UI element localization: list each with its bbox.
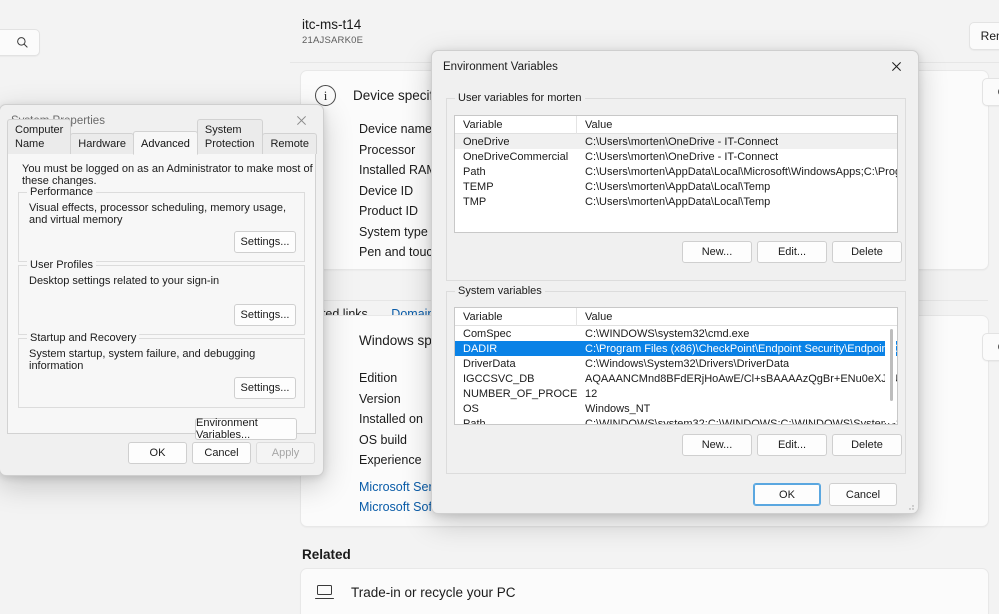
startup-recovery-legend: Startup and Recovery [27, 332, 140, 344]
resize-grip[interactable] [905, 501, 915, 511]
table-row[interactable]: OneDriveCommercial C:\Users\morten\OneDr… [455, 149, 897, 164]
column-header-value[interactable]: Value [577, 119, 612, 131]
environment-variables-button[interactable]: Environment Variables... [195, 417, 297, 441]
system-variables-legend: System variables [455, 285, 545, 297]
system-properties-ok-button[interactable]: OK [128, 442, 187, 464]
system-variables-edit-button[interactable]: Edit... [757, 434, 827, 456]
close-icon[interactable] [279, 105, 323, 136]
related-card: Trade-in or recycle your PC [300, 568, 989, 614]
cell-variable: TMP [463, 195, 487, 208]
startup-recovery-group: Startup and Recovery System startup, sys… [18, 332, 305, 408]
user-variables-delete-button[interactable]: Delete [832, 241, 902, 263]
performance-legend: Performance [27, 186, 96, 198]
environment-variables-titlebar[interactable]: Environment Variables [432, 51, 918, 82]
search-icon [16, 36, 29, 49]
environment-variables-title: Environment Variables [443, 60, 558, 73]
startup-recovery-settings-button[interactable]: Settings... [234, 377, 296, 399]
related-heading: Related [302, 547, 351, 562]
cell-variable: OS [463, 402, 479, 415]
environment-variables-ok-button[interactable]: OK [753, 483, 821, 506]
table-row[interactable]: ComSpec C:\WINDOWS\system32\cmd.exe [455, 326, 897, 341]
copy-button-windows-spec[interactable]: C [982, 333, 999, 361]
cell-variable: Path [463, 165, 486, 178]
device-header: itc-ms-t14 21AJSARK0E [302, 16, 363, 46]
cell-value: C:\Users\morten\AppData\Local\Temp [585, 195, 771, 208]
user-profiles-settings-button[interactable]: Settings... [234, 304, 296, 326]
scrollbar-thumb[interactable] [890, 329, 893, 401]
close-icon[interactable] [874, 51, 918, 82]
table-row[interactable]: Path C:\WINDOWS\system32;C:\WINDOWS;C:\W… [455, 416, 897, 425]
performance-group: Performance Visual effects, processor sc… [18, 186, 305, 262]
column-header-variable[interactable]: Variable [455, 116, 577, 134]
system-variables-new-button[interactable]: New... [682, 434, 752, 456]
info-icon: i [315, 84, 336, 106]
table-row[interactable]: TEMP C:\Users\morten\AppData\Local\Temp [455, 179, 897, 194]
tab-remote[interactable]: Remote [262, 133, 317, 154]
cell-variable: Path [463, 417, 486, 425]
cell-variable: IGCCSVC_DB [463, 372, 535, 385]
cell-variable: OneDrive [463, 135, 510, 148]
screen: itc-ms-t14 21AJSARK0E i Device specifica… [0, 0, 999, 614]
tab-hardware[interactable]: Hardware [70, 133, 134, 154]
cell-value: 12 [585, 387, 598, 400]
user-variables-table-header: Variable Value [455, 116, 897, 134]
table-row[interactable]: DriverData C:\Windows\System32\Drivers\D… [455, 356, 897, 371]
laptop-icon [315, 585, 334, 599]
cell-variable: ComSpec [463, 327, 512, 340]
trade-in-row[interactable]: Trade-in or recycle your PC [301, 569, 988, 614]
cell-variable: NUMBER_OF_PROCESSORS [463, 387, 577, 400]
table-row[interactable]: NUMBER_OF_PROCESSORS 12 [455, 386, 897, 401]
table-row[interactable]: Path C:\Users\morten\AppData\Local\Micro… [455, 164, 897, 179]
cell-value: C:\Users\morten\AppData\Local\Microsoft\… [585, 165, 897, 178]
system-variables-delete-button[interactable]: Delete [832, 434, 902, 456]
cell-value: Windows_NT [585, 402, 651, 415]
trade-in-label: Trade-in or recycle your PC [351, 584, 516, 600]
cell-variable: OneDriveCommercial [463, 150, 569, 163]
cell-variable: DriverData [463, 357, 516, 370]
performance-settings-button[interactable]: Settings... [234, 231, 296, 253]
cell-value: C:\WINDOWS\system32\cmd.exe [585, 327, 750, 340]
user-profiles-group: User Profiles Desktop settings related t… [18, 259, 305, 335]
user-variables-new-button[interactable]: New... [682, 241, 752, 263]
cell-value: C:\WINDOWS\system32;C:\WINDOWS;C:\WINDOW… [585, 417, 897, 425]
environment-variables-dialog: Environment Variables User variables for… [431, 50, 919, 514]
system-properties-tabstrip: Computer Name Hardware Advanced System P… [7, 119, 317, 155]
admin-note: You must be logged on as an Administrato… [22, 163, 313, 187]
user-variables-legend: User variables for morten [455, 92, 585, 104]
cell-variable: TEMP [463, 180, 494, 193]
cell-value: C:\Windows\System32\Drivers\DriverData [585, 357, 790, 370]
user-variables-table[interactable]: Variable Value OneDrive C:\Users\morten\… [454, 115, 898, 233]
system-variables-table-header: Variable Value [455, 308, 897, 326]
advanced-tab-page: You must be logged on as an Administrato… [7, 154, 316, 441]
search-input[interactable] [0, 29, 40, 56]
cell-variable: DADIR [463, 342, 498, 355]
tab-computer-name[interactable]: Computer Name [7, 119, 72, 154]
device-name-heading: itc-ms-t14 [302, 17, 362, 32]
column-header-variable[interactable]: Variable [455, 308, 577, 326]
rename-button[interactable]: Rena [969, 22, 999, 50]
table-row[interactable]: OneDrive C:\Users\morten\OneDrive - IT-C… [455, 134, 897, 149]
cell-value: C:\Users\morten\AppData\Local\Temp [585, 180, 771, 193]
device-serial: 21AJSARK0E [302, 35, 364, 46]
table-row[interactable]: DADIR C:\Program Files (x86)\CheckPoint\… [455, 341, 897, 356]
user-profiles-legend: User Profiles [27, 259, 96, 271]
tab-advanced[interactable]: Advanced [132, 131, 198, 155]
column-header-value[interactable]: Value [577, 311, 612, 323]
environment-variables-cancel-button[interactable]: Cancel [829, 483, 897, 506]
cell-value: AQAAANCMnd8BFdERjHoAwE/Cl+sBAAAAzQgBr+EN… [585, 372, 897, 385]
tab-system-protection[interactable]: System Protection [196, 119, 264, 154]
cell-value: C:\Users\morten\OneDrive - IT-Connect [585, 135, 779, 148]
copy-button-device-spec[interactable]: C [982, 78, 999, 106]
system-variables-scrollbar[interactable] [885, 327, 896, 423]
table-row[interactable]: OS Windows_NT [455, 401, 897, 416]
system-properties-apply-button[interactable]: Apply [256, 442, 315, 464]
system-properties-cancel-button[interactable]: Cancel [192, 442, 251, 464]
table-row[interactable]: TMP C:\Users\morten\AppData\Local\Temp [455, 194, 897, 209]
cell-value: C:\Program Files (x86)\CheckPoint\Endpoi… [585, 342, 897, 355]
table-row[interactable]: IGCCSVC_DB AQAAANCMnd8BFdERjHoAwE/Cl+sBA… [455, 371, 897, 386]
system-variables-table[interactable]: Variable Value ComSpec C:\WINDOWS\system… [454, 307, 898, 425]
system-properties-dialog: System Properties Computer Name Hardware… [0, 104, 324, 476]
user-variables-edit-button[interactable]: Edit... [757, 241, 827, 263]
cell-value: C:\Users\morten\OneDrive - IT-Connect [585, 150, 779, 163]
